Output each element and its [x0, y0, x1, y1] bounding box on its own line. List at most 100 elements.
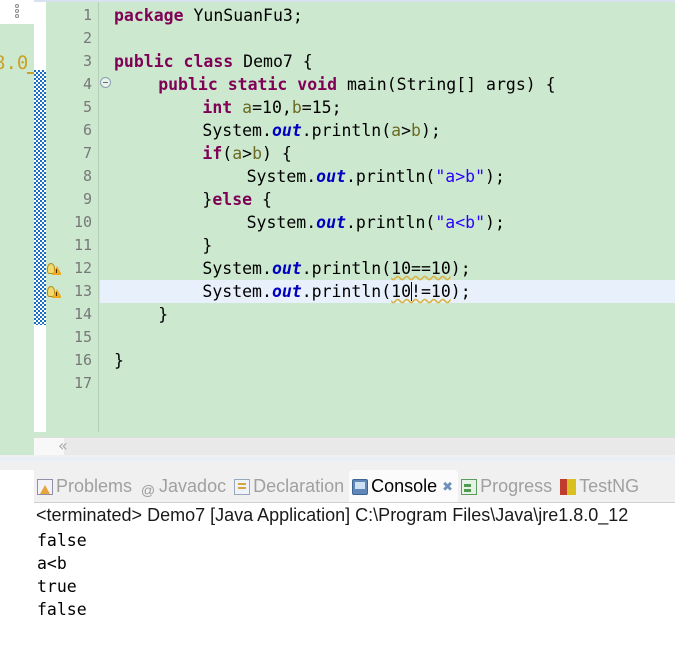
console-launch-label: <terminated> Demo7 [Java Application] C:…: [36, 505, 629, 525]
line-number: 6: [82, 121, 92, 139]
code-token: out: [271, 121, 302, 140]
warning-marker-icon[interactable]: [47, 262, 62, 276]
code-text-area[interactable]: package YunSuanFu3; public class Demo7 {p…: [100, 2, 675, 432]
scrollbar-thumb[interactable]: [64, 438, 675, 455]
code-line[interactable]: int a=10,b=15;: [202, 96, 341, 119]
code-token: );: [485, 213, 505, 232]
code-token: b: [252, 144, 263, 163]
code-token: }: [158, 305, 169, 324]
code-line[interactable]: System.out.println(10==10);: [202, 257, 470, 280]
marker-bar[interactable]: [46, 2, 62, 432]
code-token: .println(: [345, 167, 436, 186]
code-token: else: [212, 190, 253, 209]
code-line[interactable]: }else {: [202, 188, 272, 211]
tab-label: Progress: [480, 476, 553, 496]
code-token: main(String[] args) {: [337, 75, 556, 94]
line-number: 10: [73, 213, 92, 231]
code-line[interactable]: }: [202, 234, 212, 257]
view-tab-strip[interactable]: Problems @ Javadoc Declaration Console ✖ Progr…: [34, 470, 675, 502]
line-number: 14: [73, 305, 92, 323]
code-token: int: [202, 98, 233, 117]
code-line[interactable]: if(a>b) {: [202, 142, 291, 165]
line-number: 17: [73, 374, 92, 392]
sliver-partial-text: 8.0: [0, 52, 29, 74]
tab-progress[interactable]: Progress: [458, 470, 557, 502]
tab-console[interactable]: Console ✖: [349, 470, 459, 502]
annotation-ruler[interactable]: [34, 2, 46, 432]
code-line[interactable]: System.out.println(a>b);: [202, 119, 440, 142]
code-line[interactable]: public class Demo7 {: [114, 50, 313, 73]
code-line[interactable]: }: [114, 349, 124, 372]
line-number: 9: [82, 190, 92, 208]
console-output-line: a<b: [37, 554, 67, 573]
code-token: (: [222, 144, 233, 163]
code-token: "a>b": [435, 167, 486, 186]
line-number: 5: [82, 98, 92, 116]
adjacent-editor-sliver: 8.0: [0, 0, 34, 455]
code-line[interactable]: package YunSuanFu3;: [114, 4, 303, 27]
console-launch-header: <terminated> Demo7 [Java Application] C:…: [34, 502, 675, 529]
code-token: {: [252, 190, 272, 209]
code-line[interactable]: System.out.println(10!=10);: [202, 280, 470, 303]
java-editor-pane[interactable]: 1 2 3 4 5 6 7 8 9 10 11 12 13 14 15 16 17 package YunSua…: [34, 0, 675, 455]
code-token: public: [158, 75, 218, 94]
line-number: 3: [82, 52, 92, 70]
code-token: .println(: [345, 213, 436, 232]
drag-dots-icon[interactable]: [13, 3, 21, 21]
console-output-line: false: [37, 600, 87, 619]
code-token: .println(: [301, 282, 392, 301]
code-token: YunSuanFu3;: [183, 6, 303, 25]
line-number: 4: [82, 75, 92, 93]
code-token: 10!=10: [391, 282, 451, 301]
code-token: a: [391, 121, 402, 140]
tab-problems[interactable]: Problems: [34, 470, 137, 502]
code-token: b: [291, 98, 302, 117]
tab-label: Declaration: [253, 476, 345, 496]
code-token: System.: [202, 259, 272, 278]
tab-javadoc[interactable]: @ Javadoc: [137, 470, 231, 502]
line-number: 1: [82, 6, 92, 24]
problems-icon: [37, 479, 53, 495]
console-icon: [352, 479, 369, 495]
code-line[interactable]: System.out.println("a<b");: [247, 211, 505, 234]
code-token: =10,: [252, 98, 292, 117]
code-token: >: [242, 144, 253, 163]
fold-collapse-icon[interactable]: [100, 77, 111, 88]
text-caret: [410, 282, 412, 301]
line-number: 7: [82, 144, 92, 162]
code-token: void: [297, 75, 338, 94]
warning-marker-icon[interactable]: [47, 285, 62, 299]
tab-label: Console: [371, 476, 438, 496]
code-token: Demo7 {: [233, 52, 313, 71]
tab-label: TestNG: [579, 476, 640, 496]
console-output-line: true: [37, 577, 77, 596]
tab-label: Problems: [56, 476, 133, 496]
code-token: .println(: [301, 259, 392, 278]
pane-sash[interactable]: [0, 455, 675, 470]
scroll-left-chevron-icon[interactable]: «: [58, 438, 68, 454]
tab-testng[interactable]: TestNG: [557, 470, 644, 502]
code-line[interactable]: public static void main(String[] args) {: [158, 73, 555, 96]
tab-declaration[interactable]: Declaration: [231, 470, 349, 502]
code-line[interactable]: System.out.println("a>b");: [247, 165, 505, 188]
console-output-area[interactable]: false a<b true false: [34, 529, 675, 649]
code-token: package: [114, 6, 184, 25]
close-icon[interactable]: ✖: [442, 471, 453, 502]
code-token: );: [450, 282, 471, 301]
code-token: System.: [246, 213, 317, 232]
tab-label: Javadoc: [159, 476, 227, 496]
code-line[interactable]: }: [158, 303, 168, 326]
code-token: out: [271, 259, 302, 278]
code-token: static: [227, 75, 288, 94]
code-token: =15;: [301, 98, 342, 117]
code-token: 10==10: [391, 259, 451, 278]
line-number: 12: [73, 259, 92, 277]
code-token: out: [316, 167, 346, 186]
code-token: );: [450, 259, 471, 278]
editor-horizontal-scrollbar[interactable]: [34, 437, 675, 455]
code-token: System.: [246, 167, 317, 186]
